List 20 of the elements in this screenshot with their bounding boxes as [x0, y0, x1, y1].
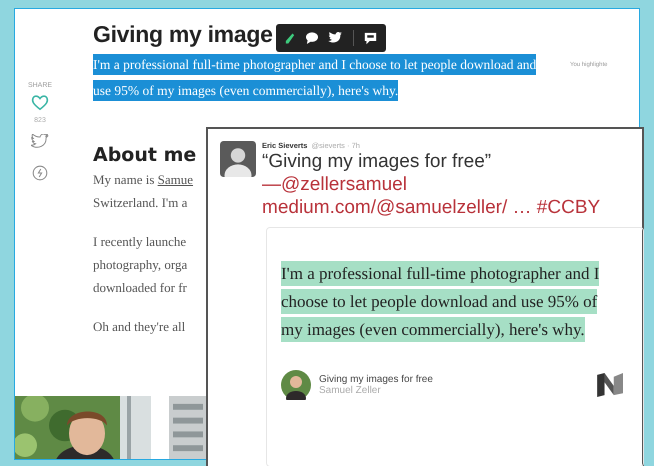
note-icon[interactable]	[364, 32, 378, 44]
name-link[interactable]: Samue	[158, 172, 194, 187]
avatar	[220, 141, 256, 177]
article-title: Giving my image	[93, 21, 273, 48]
card-author: Samuel Zeller	[319, 385, 382, 396]
twitter-icon[interactable]	[328, 32, 344, 44]
pencil-icon[interactable]	[284, 32, 295, 44]
quote-card[interactable]: I'm a professional full-time photographer and I choose to let people download and use 95% of my images (even commercially), here's why. Giving my images for free Samuel Zeller	[266, 227, 644, 466]
share-circle-icon[interactable]	[32, 165, 48, 181]
body-paragraph: Oh and they're all	[93, 318, 186, 336]
tweet-text: “Giving my images for free”	[262, 150, 492, 173]
section-heading: About me	[93, 144, 196, 166]
logo-icon	[597, 373, 625, 397]
body-paragraph: I recently launche photography, orga downloaded for fr	[93, 233, 188, 297]
avatar	[281, 370, 311, 400]
comment-icon[interactable]	[304, 32, 319, 44]
card-title: Giving my images for free	[319, 374, 434, 385]
mention-link[interactable]: —@zellersamuel	[262, 173, 600, 196]
tweet-link[interactable]: medium.com/@samuelzeller/ … #CCBY	[262, 196, 600, 219]
body-paragraph: My name is Samue Switzerland. I'm a	[93, 171, 194, 212]
